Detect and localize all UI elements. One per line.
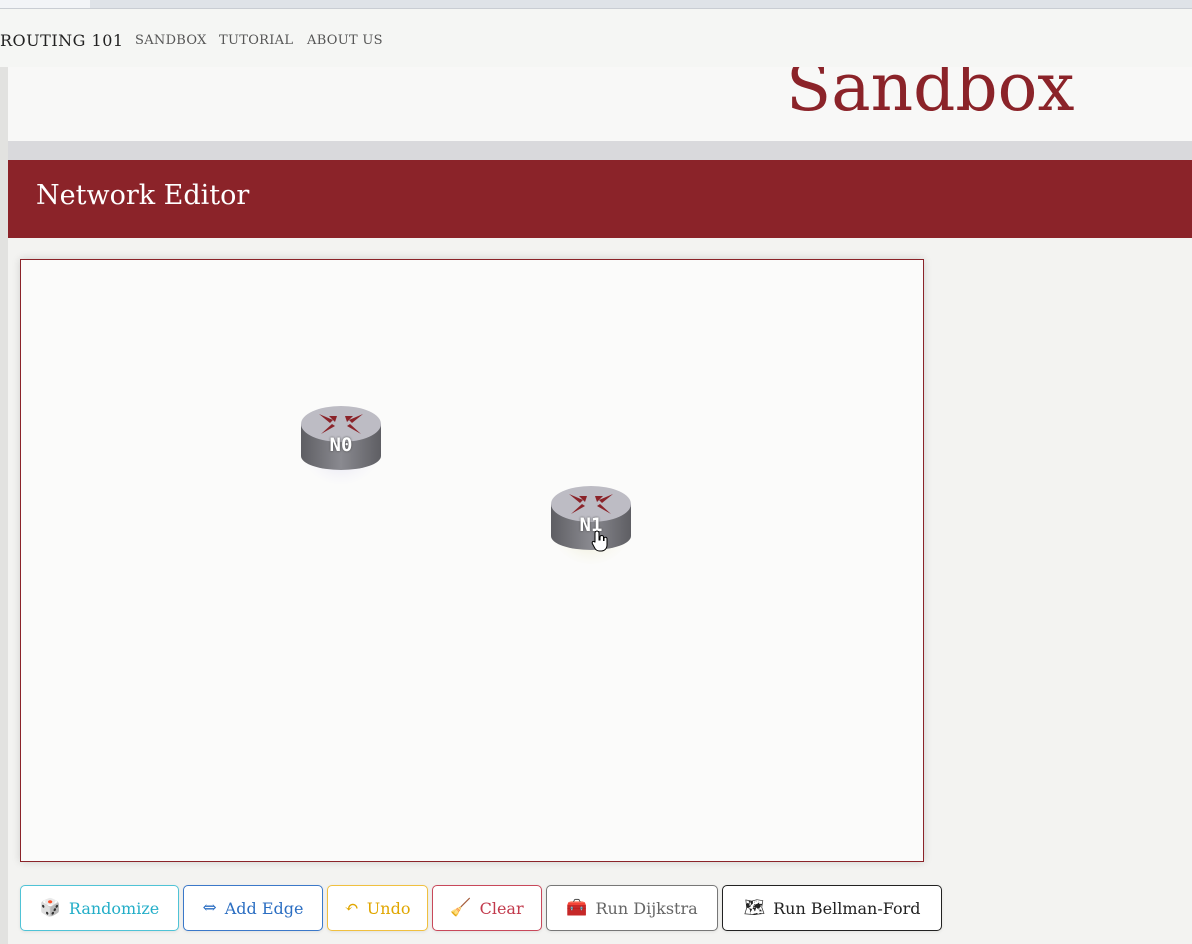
undo-arrow-icon: ↶ [344, 897, 359, 918]
router-node-n0[interactable]: N0 [299, 398, 383, 484]
randomize-button[interactable]: 🎲 Randomize [20, 885, 179, 931]
dice-icon: 🎲 [39, 897, 61, 918]
clear-button-label: Clear [479, 898, 524, 918]
section-divider [8, 141, 1192, 160]
network-canvas[interactable]: N0 N1 [20, 259, 924, 862]
double-arrow-icon: ⇔ [202, 897, 217, 918]
nav-link-tutorial[interactable]: TUTORIAL [219, 33, 293, 48]
brand-logo-text[interactable]: ROUTING 101 [0, 31, 124, 50]
network-editor-header: Network Editor [8, 160, 1192, 238]
randomize-button-label: Randomize [68, 898, 160, 918]
toolbox-icon: 🧰 [566, 897, 588, 918]
page-title: Sandbox [786, 67, 1075, 126]
hand-pointer-cursor-icon [591, 530, 609, 552]
broom-icon: 🧹 [450, 897, 472, 918]
run-dijkstra-button[interactable]: 🧰 Run Dijkstra [546, 885, 718, 931]
left-page-rail [0, 67, 8, 944]
clear-button[interactable]: 🧹 Clear [432, 885, 542, 931]
undo-button[interactable]: ↶ Undo [327, 885, 428, 931]
run-bellman-ford-button-label: Run Bellman-Ford [773, 898, 921, 918]
router-label: N0 [329, 434, 353, 456]
run-dijkstra-button-label: Run Dijkstra [595, 898, 698, 918]
nav-link-sandbox[interactable]: SANDBOX [135, 33, 207, 48]
nav-link-about-us[interactable]: ABOUT US [307, 33, 383, 48]
add-edge-button-label: Add Edge [224, 898, 304, 918]
top-navbar: ROUTING 101 SANDBOX TUTORIAL ABOUT US [0, 9, 1192, 67]
browser-tab-edge [0, 0, 90, 8]
add-edge-button[interactable]: ⇔ Add Edge [183, 885, 323, 931]
browser-chrome-strip [0, 0, 1192, 9]
network-editor-title: Network Editor [36, 180, 250, 211]
hero-banner: Sandbox [8, 67, 1192, 141]
world-map-icon: 🗺 [743, 897, 766, 918]
undo-button-label: Undo [366, 898, 411, 918]
run-bellman-ford-button[interactable]: 🗺 Run Bellman-Ford [722, 885, 942, 931]
